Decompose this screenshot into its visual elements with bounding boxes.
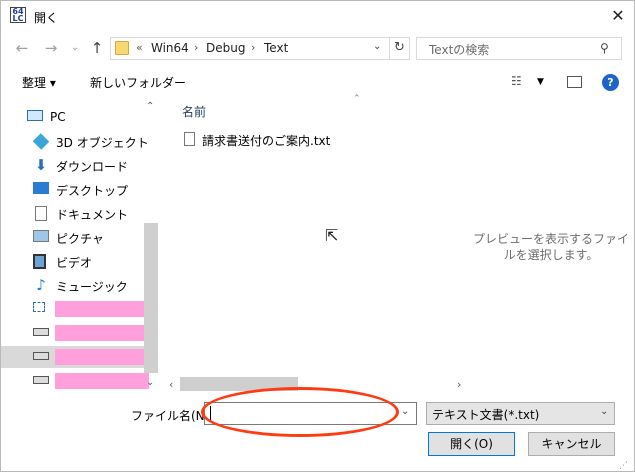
breadcrumb-separator-icon: ›: [194, 41, 199, 54]
help-icon[interactable]: ?: [602, 74, 619, 91]
resize-grip-icon[interactable]: ⋰: [619, 461, 628, 471]
file-name: 請求書送付のご案内.txt: [202, 134, 331, 148]
document-icon: [35, 206, 47, 221]
forward-arrow-icon[interactable]: →: [41, 38, 61, 58]
preview-placeholder-text: プレビューを表示するファイルを選択します。: [472, 232, 629, 262]
address-dropdown-icon[interactable]: ⌄: [373, 41, 381, 52]
breadcrumb-win64[interactable]: Win64: [151, 41, 189, 55]
sidebar-item-pictures[interactable]: ピクチャ: [31, 227, 149, 249]
refresh-icon[interactable]: ↻: [394, 40, 405, 55]
filetype-value: テキスト文書(*.txt): [432, 408, 540, 422]
divider: [389, 38, 390, 59]
sidebar-item-documents[interactable]: ドキュメント: [31, 203, 149, 225]
desktop-icon: [33, 182, 49, 194]
sidebar-item-label: ダウンロード: [56, 160, 129, 174]
sidebar-item-label: 3D オブジェクト: [56, 136, 149, 150]
3d-objects-icon: [32, 133, 50, 150]
sort-ascending-icon: ⌃: [353, 94, 361, 104]
new-folder-button[interactable]: 新しいフォルダー: [90, 74, 186, 91]
path-overflow[interactable]: «: [136, 41, 143, 54]
breadcrumb-debug[interactable]: Debug: [206, 41, 245, 55]
sidebar-item-label: PC: [50, 110, 66, 124]
file-item[interactable]: 請求書送付のご案内.txt: [182, 130, 382, 150]
sidebar-item-videos[interactable]: ビデオ: [31, 251, 149, 273]
redacted-label: [55, 349, 149, 365]
scroll-right-icon[interactable]: ›: [457, 378, 461, 391]
sidebar-item-label: ピクチャ: [56, 232, 104, 246]
search-box[interactable]: Textの検索 ⚲: [416, 37, 622, 60]
sidebar-scrollbar[interactable]: [144, 223, 158, 373]
sidebar-item-3d-objects[interactable]: 3D オブジェクト: [31, 131, 149, 153]
open-button[interactable]: 開く(O): [428, 432, 515, 456]
filetype-dropdown-icon: ⌄: [600, 406, 609, 417]
network-icon: [33, 302, 45, 312]
sidebar-item-label: ビデオ: [56, 256, 93, 270]
folder-icon: [115, 41, 129, 55]
pc-icon: [27, 110, 43, 121]
breadcrumb-text[interactable]: Text: [264, 41, 288, 55]
preview-pane-icon[interactable]: [567, 76, 582, 88]
app-icon: 64 LC: [10, 7, 26, 23]
video-icon: [33, 254, 46, 269]
redacted-label: [55, 325, 149, 341]
drive-icon: [33, 352, 49, 360]
open-file-dialog: 64 LC 開く ✕ ← → ⌄ ↑ « Win64 › Debug › Text…: [0, 0, 635, 472]
highlight-ellipse: [201, 387, 399, 437]
picture-icon: [33, 230, 49, 242]
column-header-name[interactable]: 名前: [182, 103, 206, 120]
address-bar[interactable]: « Win64 › Debug › Text ⌄ ↻: [110, 37, 410, 60]
search-icon[interactable]: ⚲: [600, 41, 609, 55]
dialog-title: 開く: [34, 11, 59, 25]
drive-icon: [33, 376, 49, 384]
redacted-label: [55, 373, 149, 389]
sidebar-item-label: デスクトップ: [56, 184, 129, 198]
filename-dropdown-icon[interactable]: ⌄: [401, 406, 409, 417]
sidebar-item-music[interactable]: ♪ ミュージック: [31, 275, 149, 297]
sidebar-item-label: ドキュメント: [56, 208, 129, 222]
scroll-left-icon[interactable]: ‹: [169, 378, 173, 391]
sidebar-item-redacted[interactable]: [31, 370, 149, 392]
sidebar-scroll-up-icon[interactable]: ⌃: [146, 101, 154, 112]
view-options-icon[interactable]: ☷: [511, 74, 522, 88]
mouse-cursor-icon: ⇱: [325, 226, 339, 245]
breadcrumb-separator-icon: ›: [251, 41, 256, 54]
sidebar-item-redacted[interactable]: [31, 298, 149, 320]
back-arrow-icon[interactable]: ←: [12, 38, 32, 58]
sidebar-scroll-down-icon[interactable]: ⌄: [146, 377, 154, 388]
close-icon[interactable]: ✕: [604, 4, 632, 28]
cancel-button[interactable]: キャンセル: [528, 432, 615, 456]
drive-icon: [33, 328, 49, 336]
sidebar-item-redacted[interactable]: [31, 322, 149, 344]
view-dropdown-icon[interactable]: ▼: [537, 77, 544, 87]
sidebar-item-redacted-selected[interactable]: ): [31, 346, 149, 368]
search-input[interactable]: Textの検索: [429, 41, 489, 58]
filetype-select[interactable]: テキスト文書(*.txt) ⌄: [426, 402, 615, 425]
download-icon: ⬇: [34, 156, 48, 174]
music-icon: ♪: [36, 276, 46, 294]
recent-chevron-down-icon[interactable]: ⌄: [65, 38, 85, 58]
up-arrow-icon[interactable]: ↑: [87, 38, 107, 58]
sidebar-item-downloads[interactable]: ⬇ ダウンロード: [31, 155, 149, 177]
text-file-icon: [184, 132, 195, 146]
organize-menu[interactable]: 整理 ▾: [22, 74, 56, 91]
sidebar-item-desktop[interactable]: デスクトップ: [31, 179, 149, 201]
sidebar-item-pc[interactable]: PC: [25, 107, 143, 129]
redacted-label: [55, 301, 149, 317]
sidebar-item-label: ミュージック: [56, 280, 128, 294]
